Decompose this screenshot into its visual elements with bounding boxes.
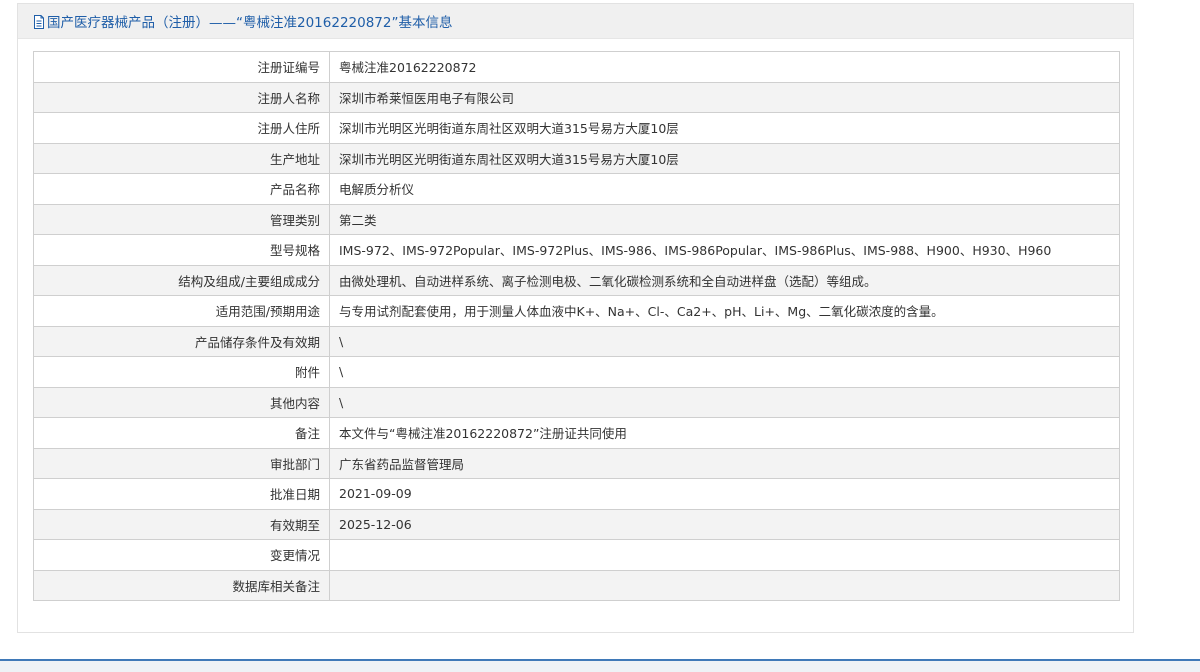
row-value: IMS-972、IMS-972Popular、IMS-972Plus、IMS-9… (329, 234, 1120, 266)
row-value: 第二类 (329, 203, 1120, 235)
row-label: 有效期至 (33, 508, 330, 540)
row-value: 本文件与“粤械注准20162220872”注册证共同使用 (329, 417, 1120, 449)
row-value: \ (329, 325, 1120, 357)
row-label: 数据库相关备注 (33, 569, 330, 601)
row-value: 由微处理机、自动进样系统、离子检测电极、二氧化碳检测系统和全自动进样盘（选配）等… (329, 264, 1120, 296)
row-label: 附件 (33, 356, 330, 388)
table-row: 附件 \ (33, 356, 1120, 388)
row-value: \ (329, 386, 1120, 418)
row-value: 深圳市光明区光明街道东周社区双明大道315号易方大厦10层 (329, 142, 1120, 174)
table-row: 结构及组成/主要组成成分 由微处理机、自动进样系统、离子检测电极、二氧化碳检测系… (33, 264, 1120, 296)
table-row: 产品名称 电解质分析仪 (33, 173, 1120, 205)
row-label: 审批部门 (33, 447, 330, 479)
table-row: 型号规格 IMS-972、IMS-972Popular、IMS-972Plus、… (33, 234, 1120, 266)
info-table: 注册证编号 粤械注准20162220872 注册人名称 深圳市希莱恒医用电子有限… (33, 51, 1120, 601)
row-value: 深圳市光明区光明街道东周社区双明大道315号易方大厦10层 (329, 112, 1120, 144)
table-row: 有效期至 2025-12-06 (33, 508, 1120, 540)
row-value: 深圳市希莱恒医用电子有限公司 (329, 81, 1120, 113)
table-row: 变更情况 (33, 539, 1120, 571)
table-row: 批准日期 2021-09-09 (33, 478, 1120, 510)
row-label: 产品储存条件及有效期 (33, 325, 330, 357)
row-value: 2021-09-09 (329, 478, 1120, 510)
table-row: 适用范围/预期用途 与专用试剂配套使用，用于测量人体血液中K+、Na+、Cl-、… (33, 295, 1120, 327)
row-label: 生产地址 (33, 142, 330, 174)
table-row: 生产地址 深圳市光明区光明街道东周社区双明大道315号易方大厦10层 (33, 142, 1120, 174)
table-row: 注册证编号 粤械注准20162220872 (33, 51, 1120, 83)
row-value (329, 569, 1120, 601)
row-value: 广东省药品监督管理局 (329, 447, 1120, 479)
row-label: 批准日期 (33, 478, 330, 510)
page-title: 国产医疗器械产品（注册）——“粤械注准20162220872”基本信息 (47, 15, 453, 31)
table-row: 注册人住所 深圳市光明区光明街道东周社区双明大道315号易方大厦10层 (33, 112, 1120, 144)
row-value: 粤械注准20162220872 (329, 51, 1120, 83)
info-panel: 国产医疗器械产品（注册）——“粤械注准20162220872”基本信息 注册证编… (17, 3, 1134, 633)
row-value (329, 539, 1120, 571)
row-label: 适用范围/预期用途 (33, 295, 330, 327)
document-icon (33, 14, 45, 29)
row-label: 其他内容 (33, 386, 330, 418)
table-row: 备注 本文件与“粤械注准20162220872”注册证共同使用 (33, 417, 1120, 449)
row-label: 结构及组成/主要组成成分 (33, 264, 330, 296)
table-row: 注册人名称 深圳市希莱恒医用电子有限公司 (33, 81, 1120, 113)
row-value: \ (329, 356, 1120, 388)
row-label: 变更情况 (33, 539, 330, 571)
table-row: 管理类别 第二类 (33, 203, 1120, 235)
row-label: 注册人住所 (33, 112, 330, 144)
row-label: 注册证编号 (33, 51, 330, 83)
row-value: 与专用试剂配套使用，用于测量人体血液中K+、Na+、Cl-、Ca2+、pH、Li… (329, 295, 1120, 327)
table-row: 产品储存条件及有效期 \ (33, 325, 1120, 357)
row-value: 2025-12-06 (329, 508, 1120, 540)
table-row: 数据库相关备注 (33, 569, 1120, 601)
panel-header: 国产医疗器械产品（注册）——“粤械注准20162220872”基本信息 (18, 4, 1133, 39)
row-label: 产品名称 (33, 173, 330, 205)
row-value: 电解质分析仪 (329, 173, 1120, 205)
row-label: 注册人名称 (33, 81, 330, 113)
table-row: 审批部门 广东省药品监督管理局 (33, 447, 1120, 479)
table-row: 其他内容 \ (33, 386, 1120, 418)
row-label: 备注 (33, 417, 330, 449)
row-label: 型号规格 (33, 234, 330, 266)
row-label: 管理类别 (33, 203, 330, 235)
footer-bar (0, 659, 1200, 672)
